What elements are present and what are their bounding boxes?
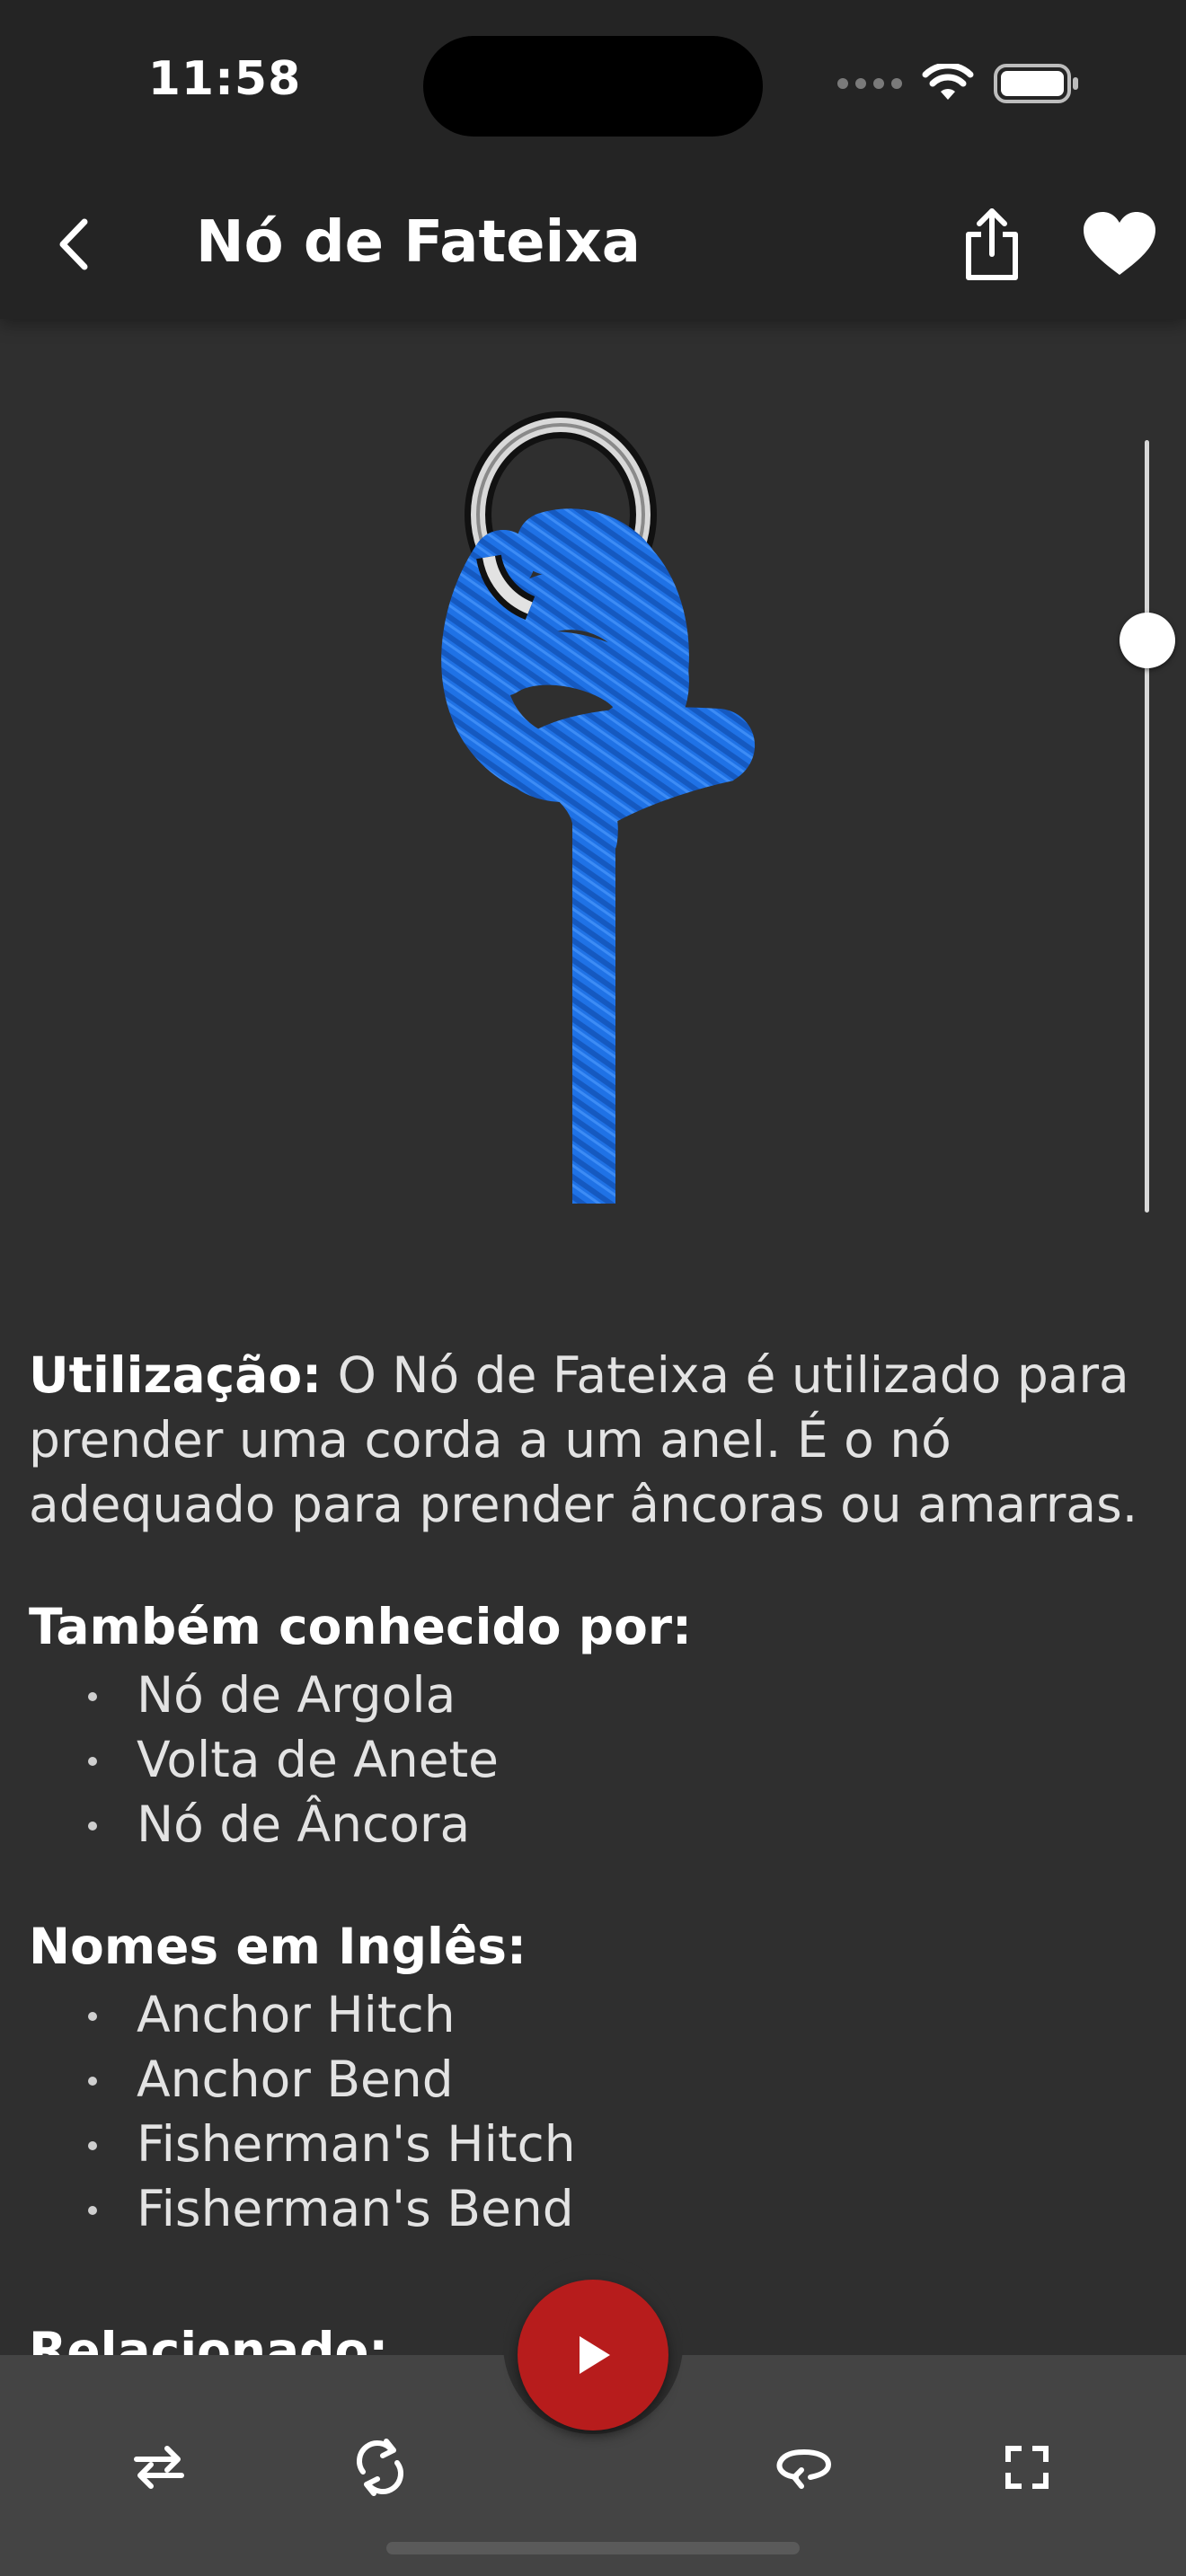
dynamic-island bbox=[423, 36, 763, 137]
fullscreen-icon bbox=[1005, 2446, 1049, 2489]
share-icon bbox=[966, 208, 1018, 280]
status-time: 11:58 bbox=[147, 52, 302, 106]
list-item: Fisherman's Hitch bbox=[88, 2112, 1161, 2176]
english-names-list: Anchor Hitch Anchor Bend Fisherman's Hit… bbox=[29, 1982, 1161, 2241]
top-bar: 11:58 Nó de Fateixa bbox=[0, 0, 1186, 319]
english-names-title: Nomes em Inglês: bbox=[29, 1918, 527, 1975]
knot-illustration bbox=[441, 411, 755, 1204]
step-slider-thumb[interactable] bbox=[1120, 613, 1175, 668]
list-item: Fisherman's Bend bbox=[88, 2176, 1161, 2241]
knot-3d-viewer[interactable] bbox=[0, 319, 1186, 1271]
back-button[interactable] bbox=[47, 208, 101, 280]
chevron-left-icon bbox=[59, 218, 88, 270]
also-known-title: Também conhecido por: bbox=[29, 1598, 693, 1655]
list-item: Nó de Âncora bbox=[88, 1792, 1161, 1857]
also-known-list: Nó de Argola Volta de Anete Nó de Âncora bbox=[29, 1663, 1161, 1857]
page-title: Nó de Fateixa bbox=[196, 209, 641, 276]
favorite-button[interactable] bbox=[1076, 203, 1163, 284]
home-indicator bbox=[386, 2542, 800, 2554]
list-item: Nó de Argola bbox=[88, 1663, 1161, 1727]
loop-button[interactable] bbox=[755, 2418, 854, 2517]
swap-icon bbox=[134, 2446, 184, 2489]
knot-description: Utilização: O Nó de Fateixa é utilizado … bbox=[29, 1343, 1161, 2241]
status-icons bbox=[837, 63, 1080, 104]
list-item: Volta de Anete bbox=[88, 1727, 1161, 1792]
step-slider-track[interactable] bbox=[1145, 440, 1149, 1213]
wifi-icon bbox=[922, 64, 974, 100]
heart-icon bbox=[1084, 212, 1155, 275]
rotate-button[interactable] bbox=[331, 2418, 429, 2517]
fullscreen-button[interactable] bbox=[978, 2418, 1076, 2517]
list-item: Anchor Bend bbox=[88, 2047, 1161, 2112]
loop-icon bbox=[776, 2448, 832, 2489]
rotate-icon bbox=[357, 2439, 403, 2496]
cellular-signal-icon bbox=[837, 78, 902, 89]
usage-paragraph: Utilização: O Nó de Fateixa é utilizado … bbox=[29, 1343, 1161, 1537]
knot-detail-screen: 11:58 Nó de Fateixa Utilização: O Nó de … bbox=[0, 0, 1186, 2576]
battery-icon bbox=[994, 64, 1078, 103]
swap-button[interactable] bbox=[110, 2418, 208, 2517]
list-item: Anchor Hitch bbox=[88, 1982, 1161, 2047]
usage-label: Utilização: bbox=[29, 1346, 323, 1404]
play-icon bbox=[580, 2336, 610, 2374]
share-button[interactable] bbox=[954, 201, 1030, 287]
play-button[interactable] bbox=[518, 2280, 668, 2430]
